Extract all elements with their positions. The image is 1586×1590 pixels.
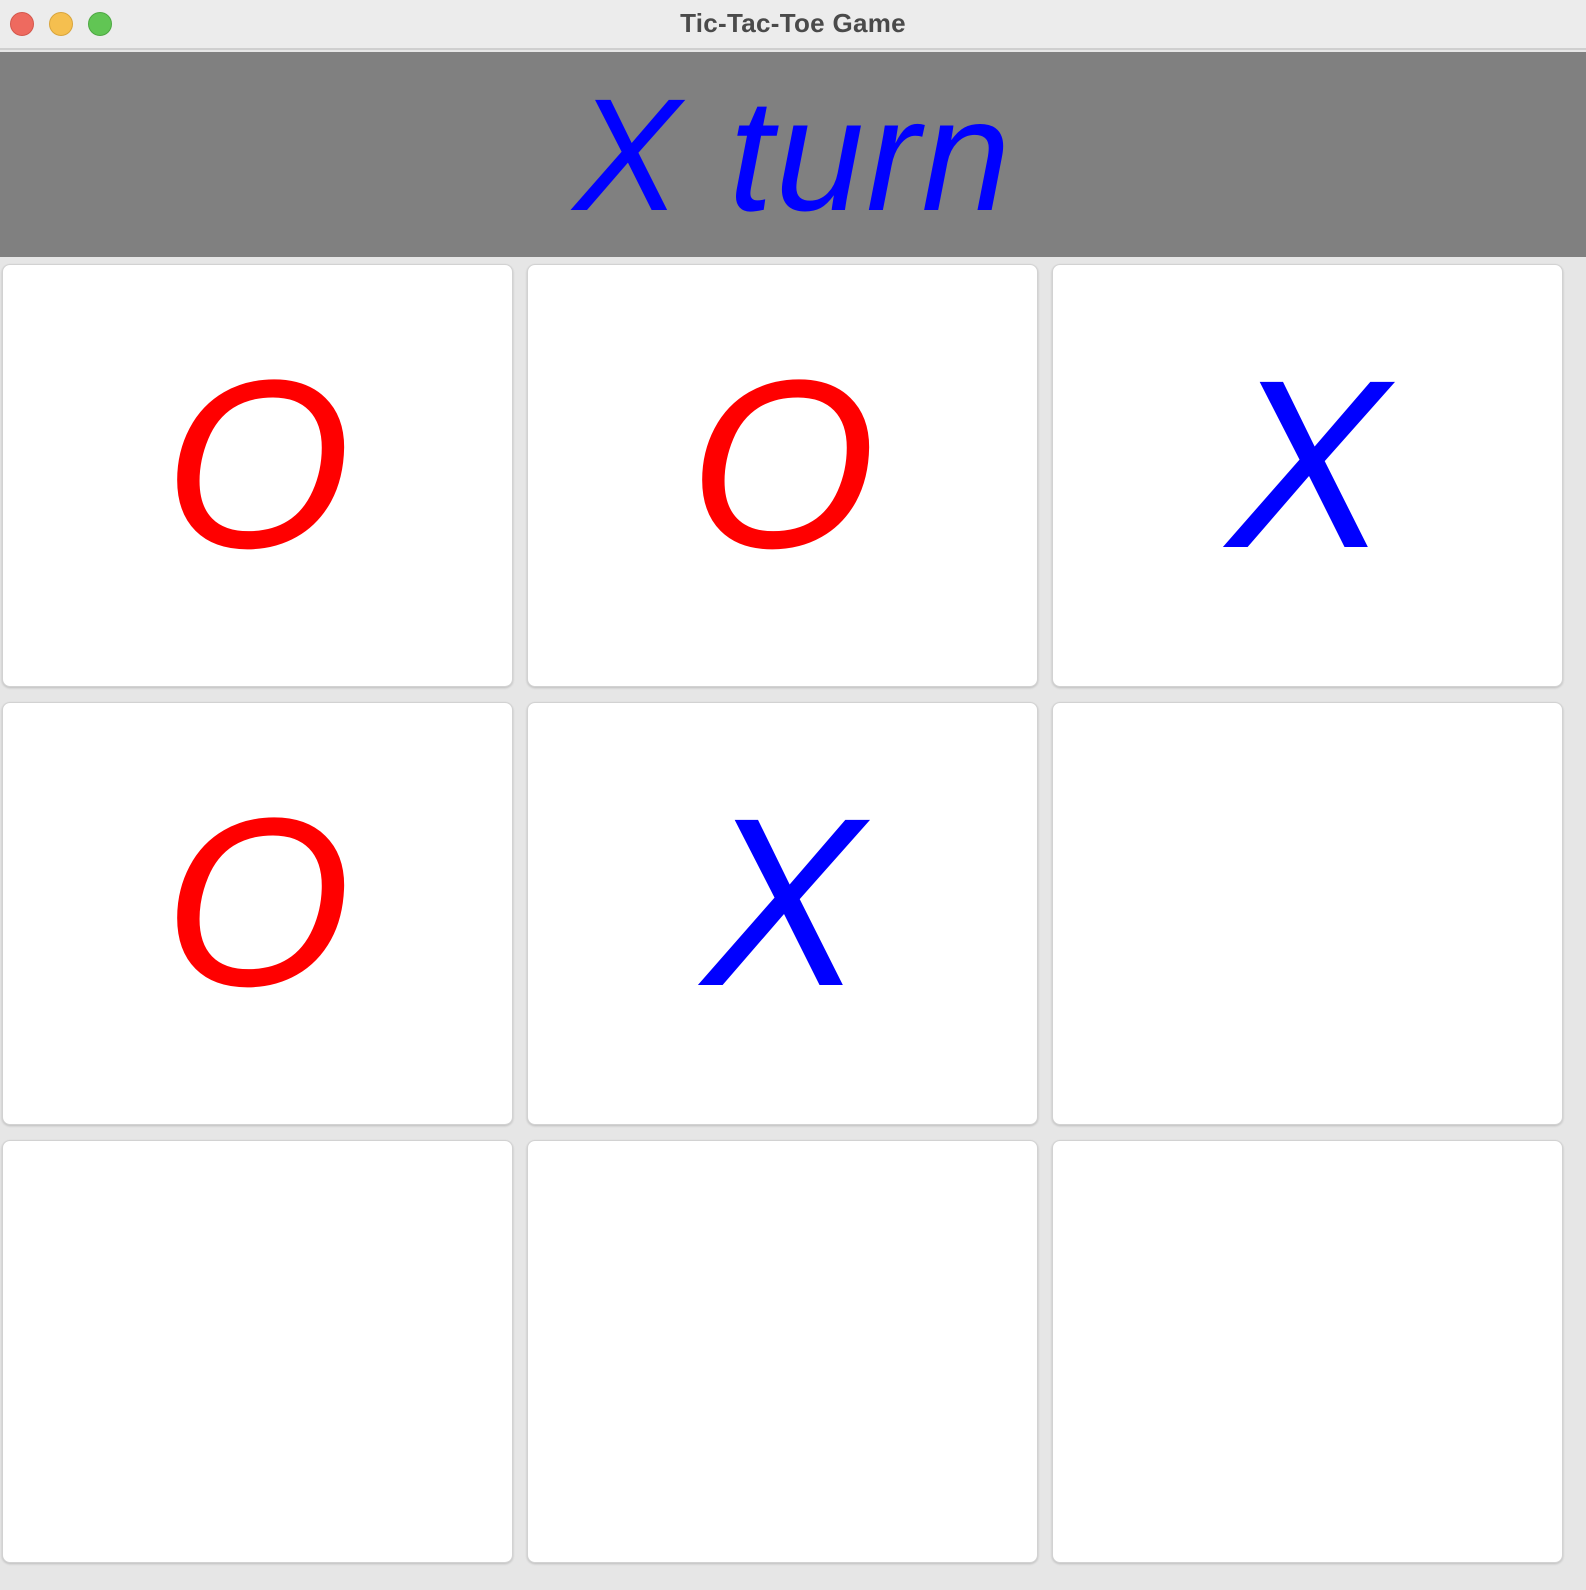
o-mark: O — [164, 767, 351, 1036]
board-cell-6[interactable] — [1052, 702, 1563, 1125]
title-bar: Tic-Tac-Toe Game — [0, 0, 1586, 50]
o-mark: O — [689, 329, 876, 598]
board-cell-5[interactable]: X — [527, 702, 1038, 1125]
x-mark: X — [1227, 329, 1388, 598]
x-mark: X — [702, 767, 863, 1036]
board-cell-4[interactable]: O — [2, 702, 513, 1125]
board-cell-8[interactable] — [527, 1140, 1038, 1563]
turn-status-bar: X turn — [0, 52, 1586, 257]
game-board: O O X O X — [0, 257, 1586, 1590]
turn-status-label: X turn — [573, 65, 1013, 244]
game-window: Tic-Tac-Toe Game X turn O O X O X — [0, 0, 1586, 1590]
board-cell-7[interactable] — [2, 1140, 513, 1563]
o-mark: O — [164, 329, 351, 598]
board-cell-2[interactable]: O — [527, 264, 1038, 687]
board-cell-1[interactable]: O — [2, 264, 513, 687]
window-title: Tic-Tac-Toe Game — [680, 8, 906, 38]
board-cell-3[interactable]: X — [1052, 264, 1563, 687]
board-cell-9[interactable] — [1052, 1140, 1563, 1563]
